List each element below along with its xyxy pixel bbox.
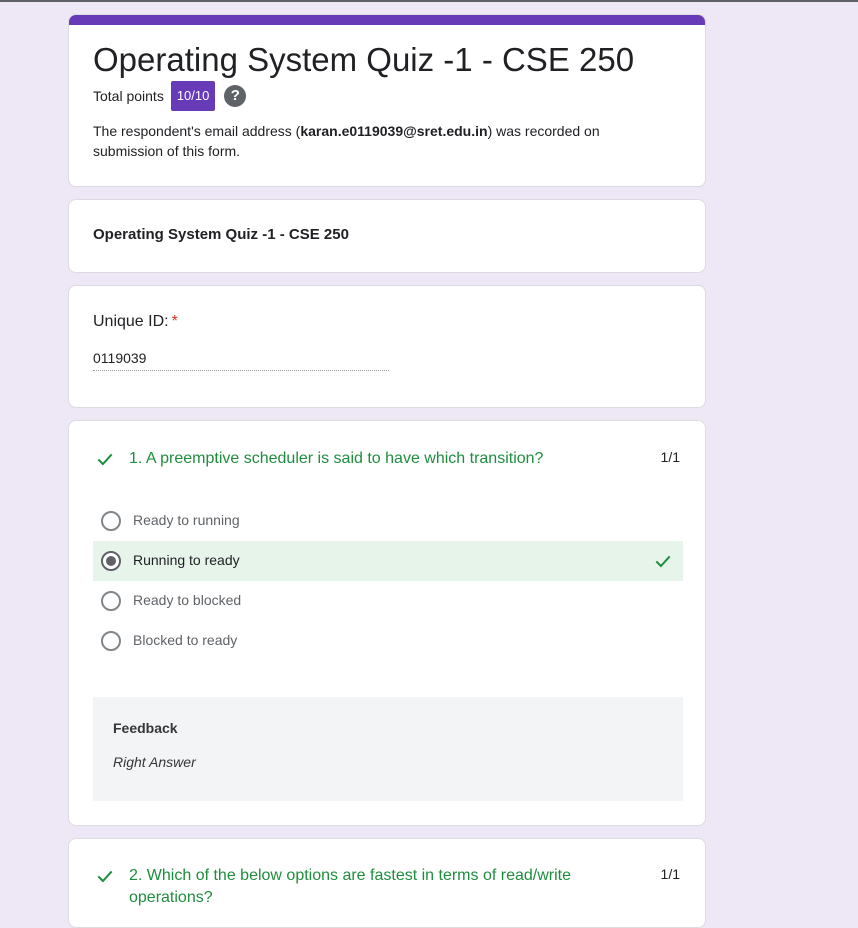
form-title: Operating System Quiz -1 - CSE 250 (93, 41, 635, 78)
unique-id-label: Unique ID: * (93, 313, 178, 331)
required-asterisk: * (171, 313, 178, 330)
option-ready-to-blocked[interactable]: Ready to blocked (93, 581, 683, 621)
question-score: 1/1 (660, 449, 680, 465)
question-score: 1/1 (660, 866, 680, 882)
question-card-1: 1. A preemptive scheduler is said to hav… (68, 420, 706, 826)
option-blocked-to-ready[interactable]: Blocked to ready (93, 621, 683, 661)
header-accent-bar (69, 15, 705, 25)
score-badge: 10/10 (170, 81, 216, 111)
option-label: Ready to running (133, 512, 240, 528)
total-points-row: Total points 10/10 ? (93, 81, 247, 111)
unique-id-card: Unique ID: * 0119039 (68, 285, 706, 408)
unique-id-label-text: Unique ID: (93, 313, 169, 330)
total-points-label: Total points (93, 88, 164, 104)
form-header-card: Operating System Quiz -1 - CSE 250 Total… (68, 14, 706, 187)
browser-top-border (0, 0, 858, 2)
unique-id-answer: 0119039 (93, 350, 389, 371)
radio-button[interactable] (101, 591, 121, 611)
question-text: 2. Which of the below options are fastes… (129, 867, 571, 906)
option-label: Ready to blocked (133, 592, 242, 608)
respondent-email: karan.e0119039@sret.edu.in (300, 123, 488, 139)
radio-selected-dot (106, 556, 116, 566)
email-recorded-note: The respondent's email address (karan.e0… (93, 121, 653, 161)
check-icon (97, 453, 113, 466)
feedback-text: Right Answer (113, 754, 196, 770)
option-running-to-ready[interactable]: Running to ready (93, 541, 683, 581)
option-ready-to-running[interactable]: Ready to running (93, 501, 683, 541)
feedback-box: Feedback Right Answer (93, 697, 683, 801)
check-icon (655, 555, 671, 568)
section-title-card: Operating System Quiz -1 - CSE 250 (68, 199, 706, 273)
email-note-before: The respondent's email address ( (93, 123, 301, 139)
radio-button-selected[interactable] (101, 551, 121, 571)
question-card-2: 2. Which of the below options are fastes… (68, 838, 706, 928)
check-icon (97, 870, 113, 883)
feedback-title: Feedback (113, 720, 178, 736)
help-icon[interactable]: ? (224, 85, 247, 107)
question-text: 1. A preemptive scheduler is said to hav… (129, 450, 544, 467)
radio-button[interactable] (101, 631, 121, 651)
option-label: Running to ready (133, 552, 240, 568)
option-label: Blocked to ready (133, 632, 238, 648)
radio-button[interactable] (101, 511, 121, 531)
section-title: Operating System Quiz -1 - CSE 250 (93, 226, 349, 243)
